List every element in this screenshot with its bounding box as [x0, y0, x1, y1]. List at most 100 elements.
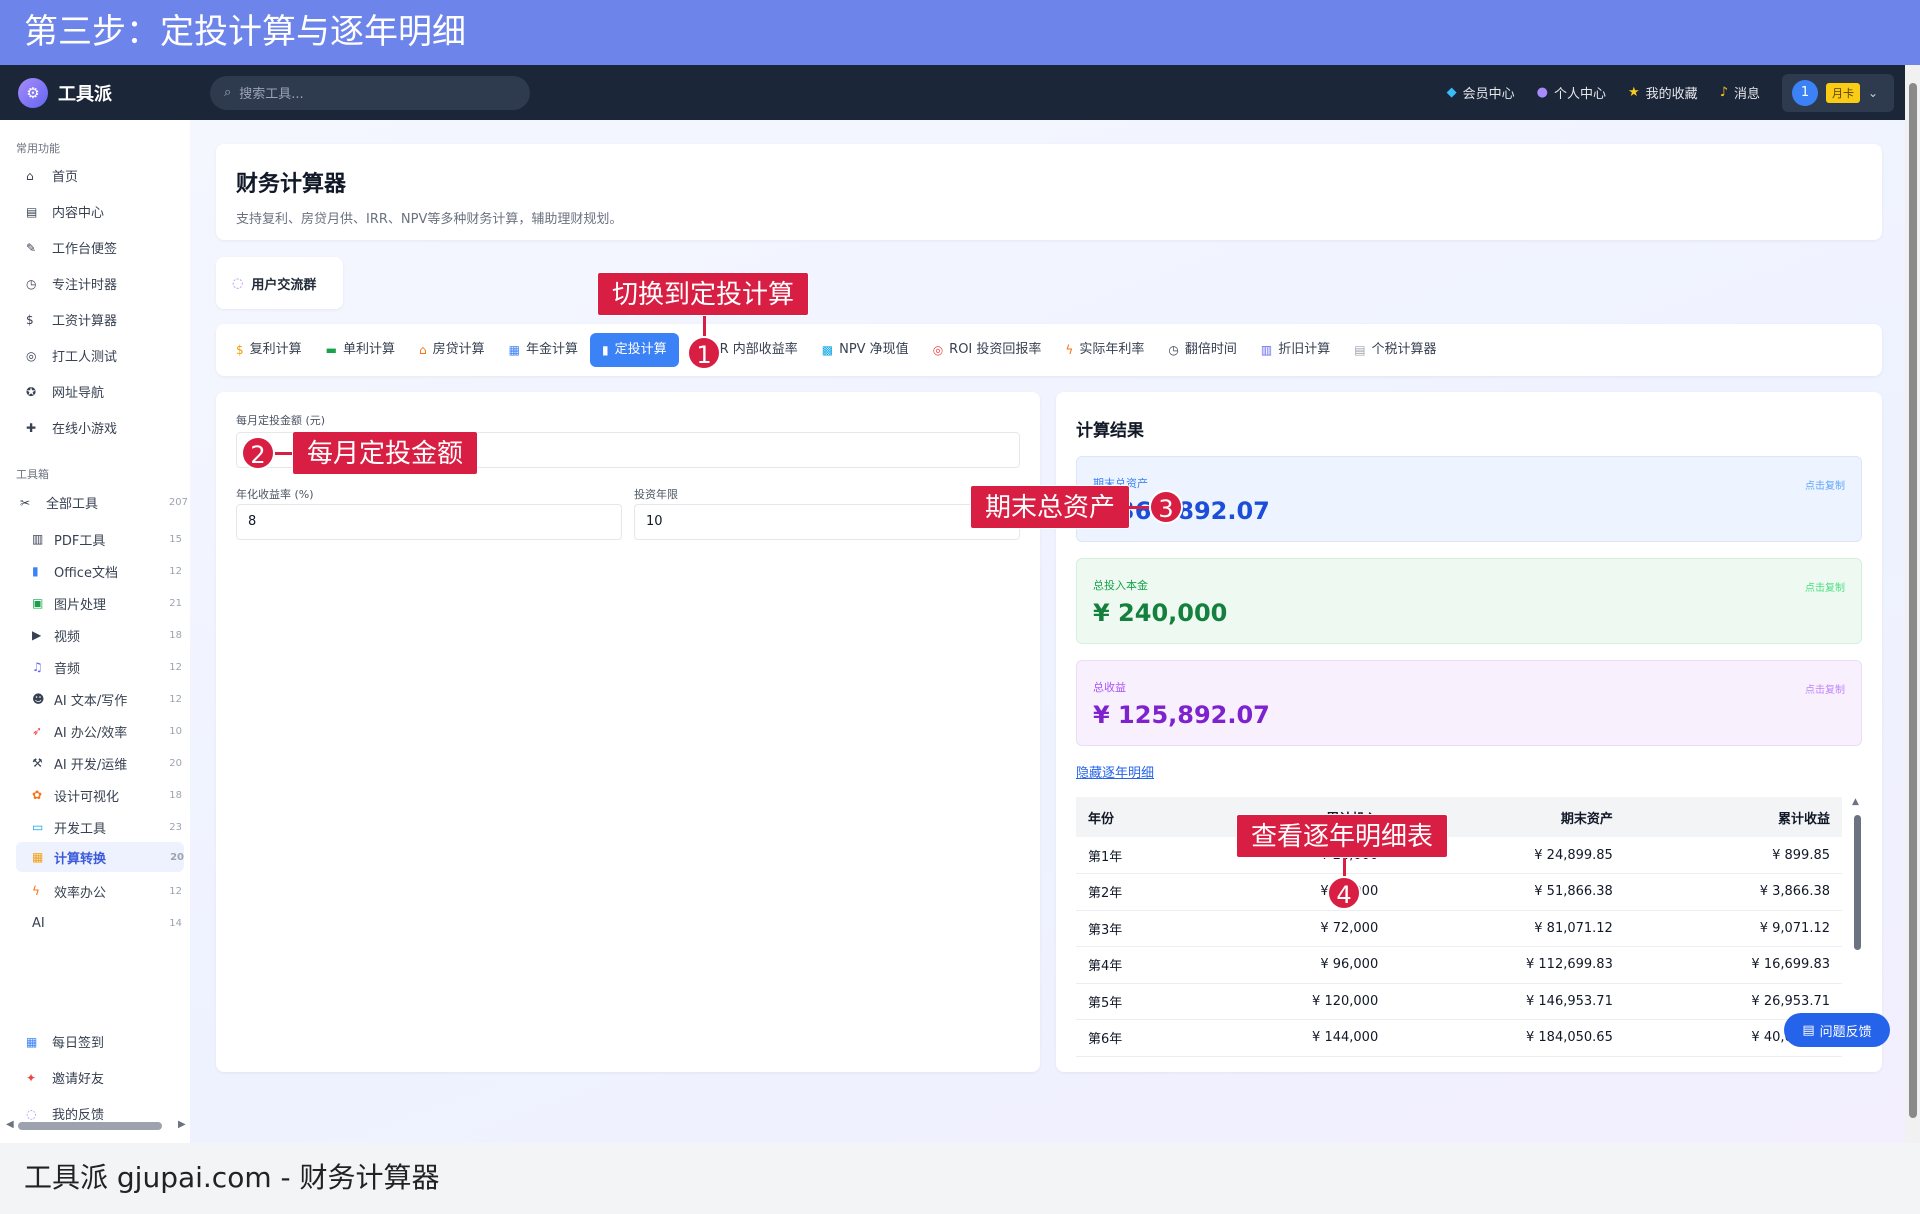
- callout-line: [703, 316, 706, 338]
- header-card: 财务计算器 支持复利、房贷月供、IRR、NPV等多种财务计算，辅助理财规划。: [216, 144, 1882, 240]
- scroll-up-icon[interactable]: ▲: [1852, 797, 1859, 807]
- sidebar-item-focus-timer[interactable]: ◷ 专注计时器: [26, 274, 186, 294]
- tab-effective-rate[interactable]: ϟ 实际年利率: [1053, 333, 1156, 367]
- page-title: 财务计算器: [236, 172, 347, 197]
- sidebar-item-salary-calculator[interactable]: $ 工资计算器: [26, 310, 186, 330]
- chevron-down-icon: ⌄: [1868, 85, 1879, 100]
- page-vertical-scrollbar[interactable]: [1905, 65, 1920, 1143]
- rocket-icon: ➶: [32, 724, 43, 738]
- gain-box[interactable]: 总收益 ¥ 125,892.07 点击复制: [1076, 660, 1862, 746]
- user-menu[interactable]: 1 月卡 ⌄: [1782, 73, 1894, 112]
- feedback-button[interactable]: ▤ 问题反馈: [1784, 1013, 1890, 1047]
- diamond-icon: ◆: [1446, 85, 1457, 100]
- callout-final-assets: 期末总资产: [970, 485, 1131, 529]
- tab-simple-interest[interactable]: ▬ 单利计算: [314, 333, 407, 367]
- sidebar-item-mini-games[interactable]: ✚ 在线小游戏: [26, 418, 186, 438]
- tab-fixed-investment[interactable]: ▮ 定投计算: [590, 333, 679, 367]
- sidebar-item-ai[interactable]: AI 14: [32, 912, 182, 934]
- col-year: 年份: [1076, 797, 1200, 837]
- scrollbar-thumb[interactable]: [1909, 83, 1917, 1118]
- sidebar-item-daily-checkin[interactable]: ▦ 每日签到: [26, 1032, 186, 1052]
- callout-line: [275, 452, 293, 455]
- sidebar-item-memo[interactable]: ✎ 工作台便签: [26, 238, 186, 258]
- robot-icon: ☻: [32, 692, 45, 706]
- principal-box[interactable]: 总投入本金 ¥ 240,000 点击复制: [1076, 558, 1862, 644]
- sidebar-item-my-feedback[interactable]: ◌ 我的反馈: [26, 1104, 186, 1124]
- sidebar-item-video[interactable]: ▶ 视频 18: [32, 624, 182, 646]
- tab-mortgage[interactable]: ⌂ 房贷计算: [407, 333, 497, 367]
- tab-compound-interest[interactable]: $ 复利计算: [224, 333, 314, 367]
- sidebar-item-pdf[interactable]: ▥ PDF工具 15: [32, 528, 182, 550]
- tab-doubling-time[interactable]: ◷ 翻倍时间: [1156, 333, 1249, 367]
- sidebar-item-home[interactable]: ⌂ 首页: [26, 166, 186, 186]
- sidebar-item-ai-dev[interactable]: ⚒ AI 开发/运维 20: [32, 752, 182, 774]
- lightning-icon: ϟ: [1065, 343, 1074, 357]
- vip-badge: 月卡: [1826, 82, 1860, 103]
- nav-personal-center[interactable]: ● 个人中心: [1537, 83, 1606, 102]
- final-assets-box[interactable]: 期末总资产 ¥ 365,892.07 点击复制: [1076, 456, 1862, 542]
- nav-member-center[interactable]: ◆ 会员中心: [1447, 83, 1515, 102]
- sidebar-item-calc-convert[interactable]: ▦ 计算转换 20: [16, 842, 184, 872]
- sidebar-item-ai-office[interactable]: ➶ AI 办公/效率 10: [32, 720, 182, 742]
- gain-label: 总收益: [1093, 681, 1126, 694]
- tab-income-tax[interactable]: ▤ 个税计算器: [1342, 333, 1448, 367]
- sidebar-item-worker-test[interactable]: ◎ 打工人测试: [26, 346, 186, 366]
- nav-messages[interactable]: ♪ 消息: [1720, 83, 1760, 102]
- stopwatch-icon: ◷: [26, 276, 37, 291]
- search-icon: ⌕: [224, 85, 232, 100]
- copy-hint[interactable]: 点击复制: [1805, 681, 1845, 696]
- palette-icon: ✿: [32, 788, 43, 802]
- sidebar-item-image[interactable]: ▣ 图片处理 21: [32, 592, 182, 614]
- sidebar-item-url-nav[interactable]: ✪ 网址导航: [26, 382, 186, 402]
- search-input[interactable]: ⌕ 搜索工具...: [210, 75, 530, 110]
- years-input[interactable]: 10: [634, 504, 1020, 540]
- doc-icon: ▮: [32, 564, 39, 578]
- sidebar-item-office[interactable]: ▮ Office文档 12: [32, 560, 182, 582]
- bell-icon: ♪: [1719, 85, 1728, 100]
- money-bag-icon: $: [236, 343, 244, 357]
- gift-icon: ✦: [26, 1070, 37, 1085]
- sidebar-section-tools: 工具箱: [16, 468, 49, 481]
- sidebar-item-invite[interactable]: ✦ 邀请好友: [26, 1068, 186, 1088]
- money-bag-icon: $: [26, 312, 34, 327]
- sidebar-item-dev-tools[interactable]: ▭ 开发工具 23: [32, 816, 182, 838]
- toggle-yearly-detail-link[interactable]: 隐藏逐年明细: [1076, 762, 1154, 781]
- col-cumulative-gain: 累计收益: [1624, 797, 1842, 837]
- chat-icon: ◌: [232, 275, 244, 291]
- copy-hint[interactable]: 点击复制: [1805, 477, 1845, 492]
- calendar-icon: ▦: [508, 343, 520, 357]
- nav-favorites[interactable]: ★ 我的收藏: [1628, 83, 1698, 102]
- input-card: 每月定投金额 (元) 年化收益率 (%) 8 投资年限 10: [216, 392, 1040, 1072]
- gamepad-icon: ✚: [26, 420, 37, 435]
- person-icon: ●: [1536, 85, 1548, 100]
- sidebar-item-efficiency[interactable]: ϟ 效率办公 12: [32, 880, 182, 902]
- result-card: 计算结果 期末总资产 ¥ 365,892.07 点击复制 总投入本金 ¥ 240…: [1056, 392, 1882, 1072]
- callout-monthly-amount: 每月定投金额: [292, 431, 479, 475]
- table-row: 第4年 ¥ 96,000 ¥ 112,699.83 ¥ 16,699.83: [1076, 946, 1842, 984]
- copy-hint[interactable]: 点击复制: [1805, 579, 1845, 594]
- callout-marker-1: 1: [687, 336, 721, 370]
- tab-roi[interactable]: ◎ ROI 投资回报率: [921, 333, 1054, 367]
- callout-yearly-detail: 查看逐年明细表: [1236, 814, 1449, 858]
- scrollbar-thumb[interactable]: [18, 1122, 162, 1130]
- sidebar-item-ai-writing[interactable]: ☻ AI 文本/写作 12: [32, 688, 182, 710]
- sidebar-item-audio[interactable]: ♫ 音频 12: [32, 656, 182, 678]
- stopwatch-icon: ◷: [1168, 343, 1179, 357]
- tab-depreciation[interactable]: ▥ 折旧计算: [1249, 333, 1342, 367]
- tutorial-banner: 第三步：定投计算与逐年明细: [0, 0, 1920, 65]
- sidebar-item-content-center[interactable]: ▤ 内容中心: [26, 202, 186, 222]
- sidebar-item-design[interactable]: ✿ 设计可视化 18: [32, 784, 182, 806]
- tab-npv[interactable]: ▩ NPV 净现值: [810, 333, 921, 367]
- chat-icon: ◌: [26, 1106, 37, 1121]
- sidebar-item-all-tools[interactable]: ✂ 全部工具 207: [20, 493, 188, 513]
- community-button[interactable]: ◌ 用户交流群: [216, 257, 343, 309]
- annual-rate-input[interactable]: 8: [236, 504, 622, 540]
- lightning-icon: ϟ: [32, 884, 40, 898]
- logo[interactable]: ⚙ 工具派: [18, 77, 192, 108]
- callout-switch-to-fixed-investment: 切换到定投计算: [597, 272, 810, 316]
- scrollbar-thumb[interactable]: [1854, 815, 1861, 950]
- scroll-left-icon[interactable]: ◀: [6, 1119, 14, 1130]
- tab-annuity[interactable]: ▦ 年金计算: [497, 333, 590, 367]
- map-icon: ▩: [821, 343, 834, 357]
- memo-icon: ✎: [26, 240, 37, 255]
